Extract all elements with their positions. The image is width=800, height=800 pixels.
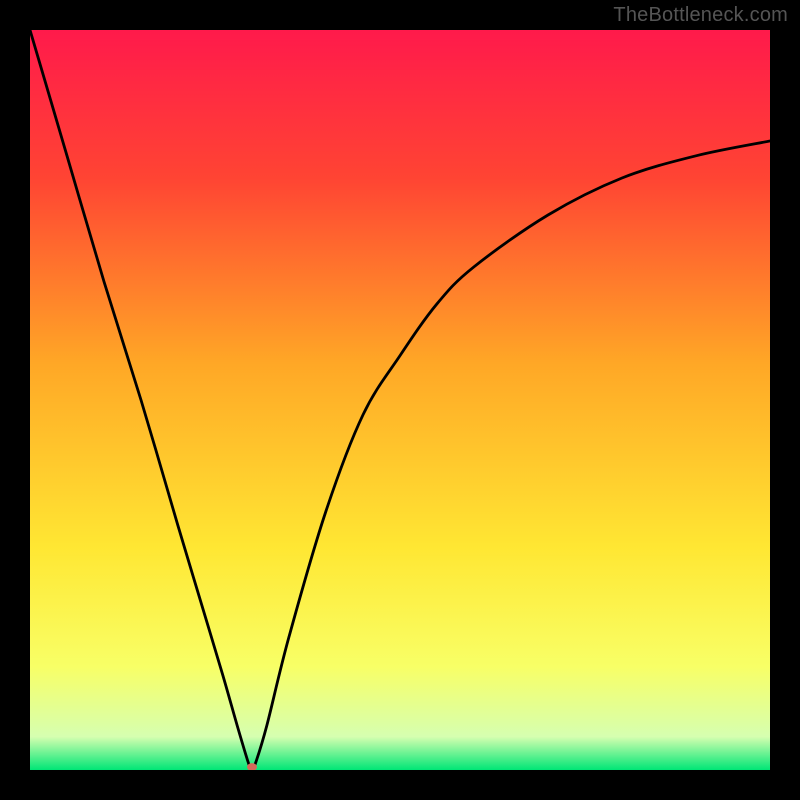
watermark-label: TheBottleneck.com [613,4,788,27]
bottleneck-chart-svg [30,30,770,770]
chart-frame: TheBottleneck.com [0,0,800,800]
plot-area [30,30,770,770]
